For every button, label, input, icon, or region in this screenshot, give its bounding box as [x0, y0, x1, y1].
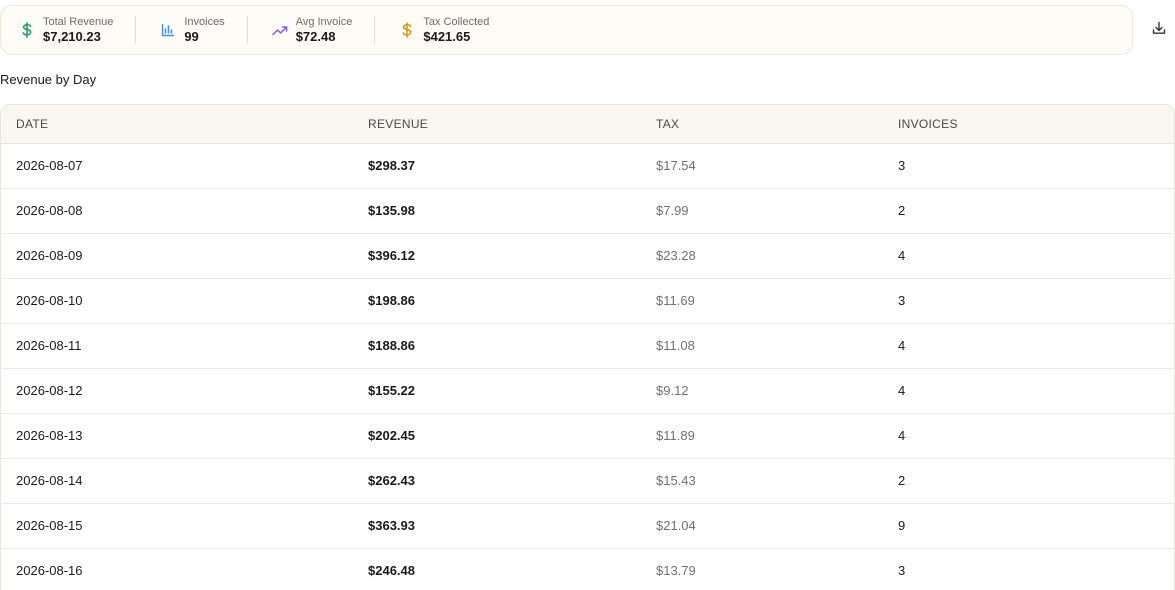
table-row[interactable]: 2026-08-08 $135.98 $7.99 2 — [1, 188, 1174, 234]
cell-tax: $23.28 — [641, 233, 883, 279]
cell-date: 2026-08-15 — [1, 503, 353, 549]
cell-date: 2026-08-11 — [1, 323, 353, 369]
table-row[interactable]: 2026-08-10 $198.86 $11.69 3 — [1, 278, 1174, 324]
column-header-tax[interactable]: TAX — [641, 105, 883, 144]
cell-revenue: $155.22 — [353, 368, 641, 414]
stat-value: $72.48 — [295, 28, 336, 44]
revenue-table: DATE REVENUE TAX INVOICES 2026-08-07 $298… — [0, 104, 1175, 590]
dollar-icon — [397, 20, 417, 40]
stat-value: $421.65 — [423, 28, 471, 44]
cell-revenue: $363.93 — [353, 503, 641, 549]
cell-date: 2026-08-16 — [1, 548, 353, 590]
section-title: Revenue by Day — [0, 72, 97, 87]
cell-date: 2026-08-08 — [1, 188, 353, 234]
table-body: 2026-08-07 $298.37 $17.54 3 2026-08-08 $135.9… — [1, 143, 1174, 590]
stats-bar: Total Revenue $7,210.23 Invoices 99 Avg … — [0, 5, 1133, 55]
divider — [135, 16, 137, 44]
column-header-date[interactable]: DATE — [1, 105, 353, 144]
revenue-report-page: Total Revenue $7,210.23 Invoices 99 Avg … — [0, 0, 1175, 590]
cell-tax: $11.08 — [641, 323, 883, 369]
cell-revenue: $202.45 — [353, 413, 641, 459]
divider — [374, 16, 376, 44]
cell-date: 2026-08-10 — [1, 278, 353, 324]
column-header-invoices[interactable]: INVOICES — [883, 105, 1174, 144]
cell-date: 2026-08-14 — [1, 458, 353, 504]
stat-total-revenue: Total Revenue $7,210.23 — [17, 6, 113, 54]
cell-invoices: 3 — [883, 278, 1174, 324]
stat-label: Invoices — [184, 15, 225, 28]
trending-up-icon — [270, 20, 290, 40]
cell-tax: $13.79 — [641, 548, 883, 590]
bar-chart-icon — [158, 20, 178, 40]
cell-invoices: 2 — [883, 458, 1174, 504]
stat-value: 99 — [184, 28, 199, 44]
table-row[interactable]: 2026-08-07 $298.37 $17.54 3 — [1, 143, 1174, 189]
cell-revenue: $262.43 — [353, 458, 641, 504]
cell-revenue: $396.12 — [353, 233, 641, 279]
cell-revenue: $298.37 — [353, 143, 641, 189]
table-row[interactable]: 2026-08-16 $246.48 $13.79 3 — [1, 548, 1174, 590]
download-button[interactable] — [1148, 19, 1170, 41]
download-icon — [1152, 21, 1166, 40]
cell-invoices: 9 — [883, 503, 1174, 549]
stat-avg-invoice: Avg Invoice $72.48 — [270, 6, 353, 54]
cell-invoices: 3 — [883, 143, 1174, 189]
cell-tax: $9.12 — [641, 368, 883, 414]
cell-revenue: $246.48 — [353, 548, 641, 590]
stat-label: Tax Collected — [423, 15, 490, 28]
cell-invoices: 4 — [883, 233, 1174, 279]
cell-invoices: 4 — [883, 413, 1174, 459]
table-row[interactable]: 2026-08-09 $396.12 $23.28 4 — [1, 233, 1174, 279]
table-row[interactable]: 2026-08-13 $202.45 $11.89 4 — [1, 413, 1174, 459]
stat-label: Total Revenue — [43, 15, 114, 28]
column-header-revenue[interactable]: REVENUE — [353, 105, 641, 144]
cell-invoices: 2 — [883, 188, 1174, 234]
cell-revenue: $188.86 — [353, 323, 641, 369]
cell-tax: $11.89 — [641, 413, 883, 459]
stat-value: $7,210.23 — [43, 28, 101, 44]
cell-invoices: 3 — [883, 548, 1174, 590]
cell-date: 2026-08-09 — [1, 233, 353, 279]
stat-tax-collected: Tax Collected $421.65 — [397, 6, 489, 54]
cell-tax: $17.54 — [641, 143, 883, 189]
cell-tax: $11.69 — [641, 278, 883, 324]
table-row[interactable]: 2026-08-14 $262.43 $15.43 2 — [1, 458, 1174, 504]
cell-revenue: $198.86 — [353, 278, 641, 324]
stat-invoices: Invoices 99 — [158, 6, 225, 54]
cell-date: 2026-08-07 — [1, 143, 353, 189]
cell-date: 2026-08-13 — [1, 413, 353, 459]
table-row[interactable]: 2026-08-12 $155.22 $9.12 4 — [1, 368, 1174, 414]
cell-invoices: 4 — [883, 323, 1174, 369]
stat-label: Avg Invoice — [295, 15, 353, 28]
cell-tax: $21.04 — [641, 503, 883, 549]
cell-tax: $7.99 — [641, 188, 883, 234]
table-row[interactable]: 2026-08-11 $188.86 $11.08 4 — [1, 323, 1174, 369]
cell-revenue: $135.98 — [353, 188, 641, 234]
dollar-icon — [17, 20, 37, 40]
cell-date: 2026-08-12 — [1, 368, 353, 414]
cell-tax: $15.43 — [641, 458, 883, 504]
table-row[interactable]: 2026-08-15 $363.93 $21.04 9 — [1, 503, 1174, 549]
divider — [246, 16, 248, 44]
table-header-row: DATE REVENUE TAX INVOICES — [1, 105, 1174, 144]
cell-invoices: 4 — [883, 368, 1174, 414]
